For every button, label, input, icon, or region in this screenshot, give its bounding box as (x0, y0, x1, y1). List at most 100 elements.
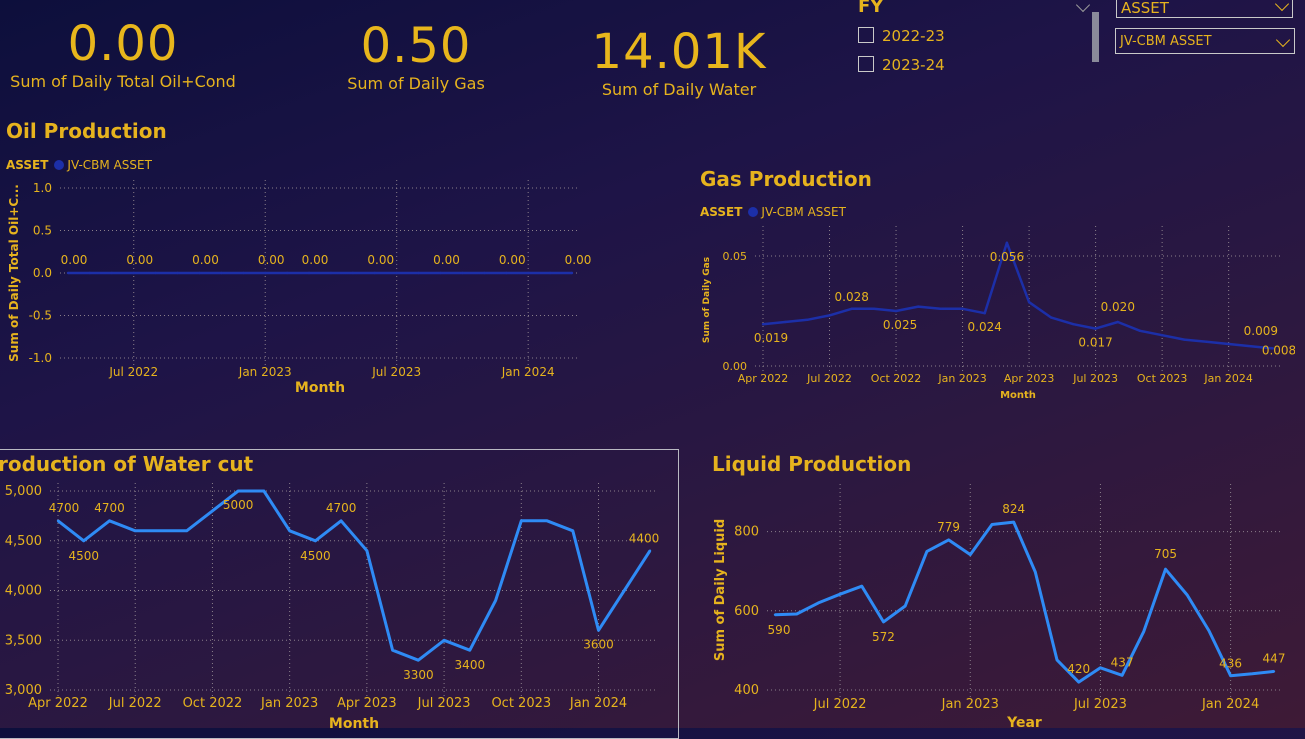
data-point (894, 309, 898, 313)
water-chart: 5,0004,5004,0003,5003,000Apr 2022 Jul 202… (5, 483, 659, 728)
data-point (285, 271, 289, 275)
data-label: 447 (1263, 651, 1286, 665)
data-point (795, 612, 798, 616)
fy-option-2023-24[interactable]: 2023-24 (858, 56, 945, 74)
kpi-water-label: Sum of Daily Water (601, 80, 757, 99)
data-point (961, 307, 964, 310)
kpi-gas-label: Sum of Daily Gas (347, 74, 485, 93)
y-axis-title: Sum of Daily Total Oil+C... (7, 184, 21, 362)
y-tick-label: 0.0 (33, 266, 52, 280)
data-label: 437 (1111, 655, 1134, 669)
data-label: 0.00 (61, 253, 88, 267)
checkbox-icon[interactable] (858, 27, 874, 43)
data-point (817, 601, 820, 605)
data-point (1072, 323, 1075, 326)
x-axis-title: Month (1000, 390, 1036, 401)
data-label: 4700 (94, 501, 125, 515)
x-tick-label: Jan 2023 (941, 697, 999, 712)
data-point (262, 489, 266, 493)
oil-chart: 1.0 0.5 0.0 -0.5 -1.0 Jul 2022 Jan 2023 Jul 202… (7, 180, 592, 396)
data-label: 824 (1002, 502, 1025, 516)
gas-chart: 0.050.00Apr 2022 Jul 2022 Oct 2022 Jan 2023… (702, 226, 1295, 401)
data-point (314, 539, 317, 542)
gas-chart-title: Gas Production (700, 167, 872, 191)
x-tick-label: Oct 2022 (183, 696, 243, 711)
y-tick-label: 400 (734, 683, 759, 698)
data-label: 0.024 (968, 320, 1002, 334)
kpi-gas-card: 0.50 Sum of Daily Gas (340, 20, 492, 93)
data-point (1160, 334, 1164, 337)
data-label: 0.025 (883, 318, 917, 332)
checkbox-icon[interactable] (858, 56, 874, 72)
x-axis-title: Year (1006, 715, 1042, 728)
y-tick-label: 4,500 (5, 534, 42, 549)
kpi-gas-value: 0.50 (360, 18, 472, 74)
data-point (505, 271, 508, 275)
data-label: 0.009 (1244, 324, 1278, 338)
data-label: 0.00 (302, 253, 329, 267)
data-point (860, 585, 863, 588)
slicer-scrollbar[interactable] (1092, 12, 1099, 62)
y-axis-title: Sum of Daily Gas (702, 257, 712, 343)
x-tick-label: Jul 2022 (108, 696, 162, 711)
data-point (494, 599, 497, 602)
data-point (1138, 329, 1142, 332)
x-tick-label: Apr 2023 (337, 696, 397, 711)
data-point (1120, 674, 1124, 677)
data-label: 590 (768, 623, 791, 637)
data-point (483, 271, 486, 275)
kpi-oil-value: 0.00 (67, 16, 179, 72)
data-point (1229, 674, 1232, 677)
data-point (882, 620, 885, 624)
data-point (828, 314, 831, 317)
x-tick-label: Apr 2022 (738, 372, 789, 385)
data-point (983, 312, 986, 315)
data-point (520, 519, 523, 523)
data-point (417, 658, 420, 662)
data-point (88, 271, 92, 275)
data-point (1050, 316, 1053, 319)
legend-title: ASSET (700, 205, 743, 219)
data-label: 0.00 (565, 253, 592, 267)
data-point (395, 271, 398, 275)
data-point (850, 307, 853, 310)
y-tick-label: -1.0 (29, 351, 52, 365)
fy-option-2022-23[interactable]: 2022-23 (858, 27, 945, 45)
data-point (806, 318, 809, 321)
y-tick-label: 5,000 (5, 484, 42, 499)
y-axis-title: Sum of Daily Liquid (713, 519, 728, 661)
x-axis-title: Month (329, 716, 379, 728)
data-point (110, 271, 114, 275)
data-label: 779 (937, 520, 960, 534)
x-tick-label: Oct 2022 (871, 372, 922, 385)
asset-dropdown[interactable]: JV-CBM ASSET (1115, 28, 1295, 54)
y-tick-label: 0.05 (723, 250, 748, 263)
x-tick-label: Jul 2022 (813, 697, 867, 712)
data-point (339, 519, 343, 523)
data-label: 0.017 (1078, 336, 1112, 350)
y-tick-label: 3,500 (5, 633, 42, 648)
data-point (570, 271, 574, 275)
data-label: 3400 (455, 658, 486, 672)
data-point (571, 529, 574, 532)
data-label: 0.00 (258, 253, 285, 267)
data-point (108, 519, 111, 523)
asset-slicer-title: ASSET (1121, 0, 1169, 17)
y-tick-label: 600 (734, 604, 759, 619)
y-tick-label: 800 (734, 525, 759, 540)
data-point (82, 539, 85, 542)
data-point (1227, 342, 1230, 346)
gas-chart-legend: ASSET JV-CBM ASSET (700, 205, 846, 219)
data-point (872, 307, 876, 310)
data-label: 0.00 (367, 253, 394, 267)
data-point (761, 323, 765, 326)
data-point (132, 271, 135, 275)
fy-option-label: 2022-23 (882, 27, 945, 45)
data-label: 0.028 (835, 290, 869, 304)
data-point (329, 271, 333, 275)
data-point (1272, 670, 1276, 673)
asset-slicer-header[interactable]: ASSET (1116, 0, 1293, 18)
data-point (1055, 658, 1059, 662)
fy-option-label: 2023-24 (882, 56, 945, 74)
data-point (220, 271, 223, 275)
